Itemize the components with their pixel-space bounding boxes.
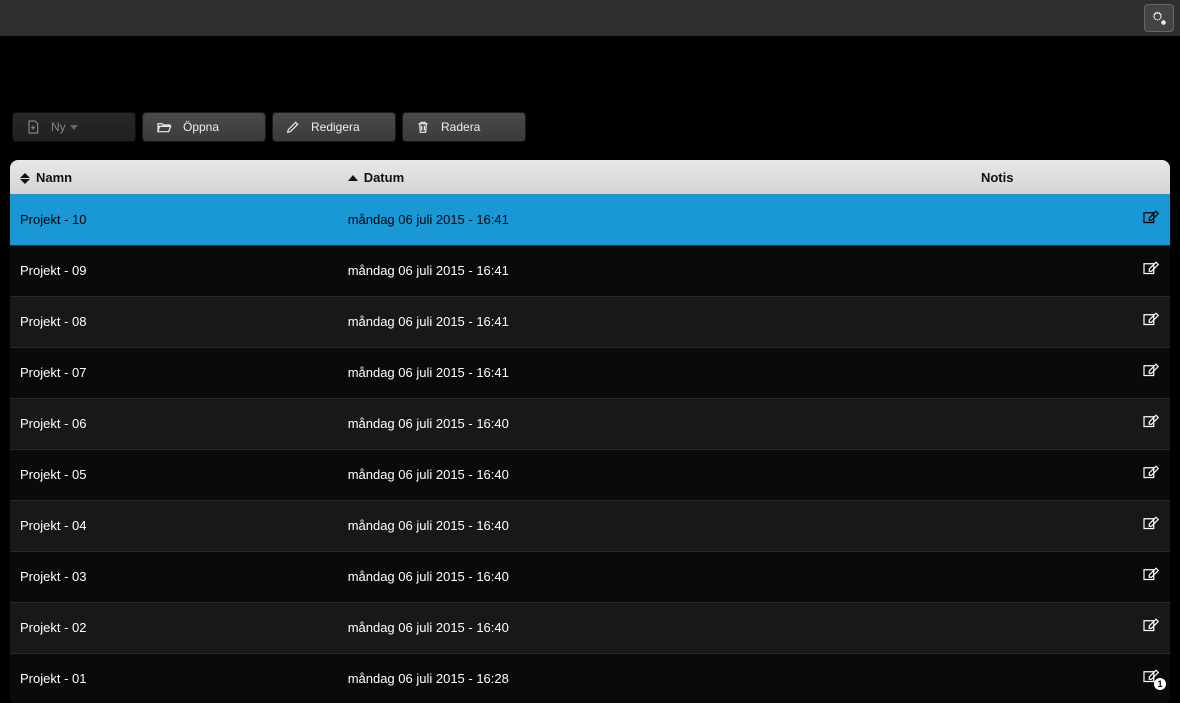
table-row[interactable]: Projekt - 07måndag 06 juli 2015 - 16:41 [10, 347, 1170, 398]
row-edit-button[interactable] [1140, 311, 1160, 329]
row-edit-button[interactable] [1140, 362, 1160, 380]
cell-action [1122, 500, 1170, 551]
note-pencil-icon [1140, 209, 1160, 227]
cell-name: Projekt - 06 [10, 398, 338, 449]
cell-action [1122, 551, 1170, 602]
notification-badge: 1 [1154, 678, 1166, 690]
cell-action [1122, 449, 1170, 500]
cell-notis [971, 500, 1122, 551]
row-edit-button[interactable] [1140, 566, 1160, 584]
delete-button-label: Radera [441, 120, 480, 134]
cell-date: måndag 06 juli 2015 - 16:28 [338, 653, 971, 703]
cell-notis [971, 347, 1122, 398]
table-header: Namn Datum Notis [10, 160, 1170, 194]
note-pencil-icon [1140, 362, 1160, 380]
gears-icon [1150, 9, 1168, 27]
cell-action [1122, 347, 1170, 398]
open-button[interactable]: Öppna [142, 112, 266, 142]
cell-action [1122, 245, 1170, 296]
col-header-name[interactable]: Namn [10, 160, 338, 194]
trash-icon [415, 119, 431, 135]
col-header-date[interactable]: Datum [338, 160, 971, 194]
settings-button[interactable] [1144, 4, 1174, 32]
note-pencil-icon [1140, 464, 1160, 482]
cell-date: måndag 06 juli 2015 - 16:40 [338, 551, 971, 602]
row-edit-button[interactable] [1140, 260, 1160, 278]
table-row[interactable]: Projekt - 04måndag 06 juli 2015 - 16:40 [10, 500, 1170, 551]
cell-notis [971, 551, 1122, 602]
cell-notis [971, 245, 1122, 296]
row-edit-button[interactable] [1140, 413, 1160, 431]
cell-action [1122, 398, 1170, 449]
cell-name: Projekt - 02 [10, 602, 338, 653]
table-row[interactable]: Projekt - 06måndag 06 juli 2015 - 16:40 [10, 398, 1170, 449]
cell-name: Projekt - 10 [10, 194, 338, 245]
table-row[interactable]: Projekt - 08måndag 06 juli 2015 - 16:41 [10, 296, 1170, 347]
caret-down-icon [70, 125, 78, 130]
row-edit-button[interactable]: 1 [1140, 668, 1160, 686]
cell-name: Projekt - 01 [10, 653, 338, 703]
edit-button[interactable]: Redigera [272, 112, 396, 142]
cell-notis [971, 296, 1122, 347]
cell-date: måndag 06 juli 2015 - 16:40 [338, 602, 971, 653]
open-button-label: Öppna [183, 120, 219, 134]
cell-notis [971, 449, 1122, 500]
new-button-label: Ny [51, 120, 66, 134]
cell-notis [971, 398, 1122, 449]
cell-name: Projekt - 07 [10, 347, 338, 398]
cell-action [1122, 194, 1170, 245]
cell-name: Projekt - 09 [10, 245, 338, 296]
cell-action: 1 [1122, 653, 1170, 703]
row-edit-button[interactable] [1140, 617, 1160, 635]
table-row[interactable]: Projekt - 09måndag 06 juli 2015 - 16:41 [10, 245, 1170, 296]
table-row[interactable]: Projekt - 05måndag 06 juli 2015 - 16:40 [10, 449, 1170, 500]
cell-notis [971, 194, 1122, 245]
row-edit-button[interactable] [1140, 209, 1160, 227]
col-header-notis[interactable]: Notis [971, 160, 1122, 194]
note-pencil-icon [1140, 617, 1160, 635]
cell-name: Projekt - 04 [10, 500, 338, 551]
sort-both-icon [20, 173, 30, 184]
cell-action [1122, 602, 1170, 653]
table-row[interactable]: Projekt - 10måndag 06 juli 2015 - 16:41 [10, 194, 1170, 245]
table-row[interactable]: Projekt - 02måndag 06 juli 2015 - 16:40 [10, 602, 1170, 653]
delete-button[interactable]: Radera [402, 112, 526, 142]
cell-name: Projekt - 05 [10, 449, 338, 500]
note-pencil-icon [1140, 413, 1160, 431]
note-pencil-icon [1140, 515, 1160, 533]
row-edit-button[interactable] [1140, 515, 1160, 533]
file-plus-icon [25, 119, 41, 135]
table-row[interactable]: Projekt - 01måndag 06 juli 2015 - 16:28 1 [10, 653, 1170, 703]
cell-date: måndag 06 juli 2015 - 16:41 [338, 194, 971, 245]
cell-name: Projekt - 08 [10, 296, 338, 347]
cell-date: måndag 06 juli 2015 - 16:41 [338, 296, 971, 347]
cell-date: måndag 06 juli 2015 - 16:41 [338, 347, 971, 398]
col-header-name-label: Namn [36, 170, 72, 185]
row-edit-button[interactable] [1140, 464, 1160, 482]
cell-date: måndag 06 juli 2015 - 16:40 [338, 449, 971, 500]
cell-name: Projekt - 03 [10, 551, 338, 602]
table-row[interactable]: Projekt - 03måndag 06 juli 2015 - 16:40 [10, 551, 1170, 602]
folder-open-icon [155, 119, 173, 135]
cell-date: måndag 06 juli 2015 - 16:41 [338, 245, 971, 296]
cell-notis [971, 602, 1122, 653]
edit-button-label: Redigera [311, 120, 360, 134]
note-pencil-icon [1140, 566, 1160, 584]
note-pencil-icon [1140, 260, 1160, 278]
col-header-date-label: Datum [364, 170, 404, 185]
cell-action [1122, 296, 1170, 347]
top-bar [0, 0, 1180, 36]
cell-date: måndag 06 juli 2015 - 16:40 [338, 398, 971, 449]
sort-asc-icon [348, 175, 358, 181]
action-toolbar: Ny Öppna Redigera Radera [10, 112, 1170, 142]
new-button[interactable]: Ny [12, 112, 136, 142]
note-pencil-icon [1140, 311, 1160, 329]
cell-date: måndag 06 juli 2015 - 16:40 [338, 500, 971, 551]
col-header-notis-label: Notis [981, 170, 1014, 185]
pencil-icon [285, 119, 301, 135]
project-table: Namn Datum Notis Projekt - 10måndag 06 j… [10, 160, 1170, 703]
cell-notis [971, 653, 1122, 703]
